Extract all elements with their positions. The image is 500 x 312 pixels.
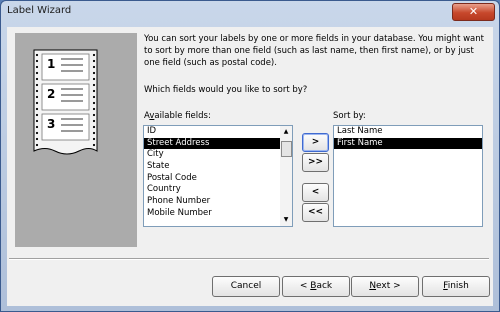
list-item-selected[interactable]: First Name <box>334 137 482 150</box>
dialog-body: 1 2 3 You can sort your labels by one or… <box>7 27 493 306</box>
window-title: Label Wizard <box>7 5 72 16</box>
label-sheet-illustration: 1 2 3 <box>33 49 98 155</box>
scroll-up-arrow-icon[interactable]: ▲ <box>280 126 292 138</box>
finish-button[interactable]: Finish <box>422 276 490 297</box>
scroll-down-arrow-icon[interactable]: ▼ <box>280 214 292 226</box>
back-button[interactable]: < Back <box>282 276 350 297</box>
label-number-3: 3 <box>47 117 55 131</box>
remove-all-fields-button[interactable]: << <box>302 203 329 222</box>
available-fields-scrollbar[interactable]: ▲ ▼ <box>280 126 292 226</box>
list-item[interactable]: Phone Number <box>144 196 292 208</box>
label-number-2: 2 <box>47 87 55 101</box>
illustration-panel: 1 2 3 <box>15 33 137 247</box>
list-item[interactable]: Country <box>144 184 292 196</box>
label-number-1: 1 <box>47 57 55 71</box>
list-item[interactable]: City <box>144 149 292 161</box>
list-item[interactable]: ID <box>144 126 292 138</box>
add-field-button[interactable]: > <box>302 133 329 152</box>
close-button[interactable]: ✕ <box>452 3 495 21</box>
cancel-button[interactable]: Cancel <box>212 276 280 297</box>
footer-divider <box>9 258 489 260</box>
next-button[interactable]: Next > <box>351 276 419 297</box>
title-bar[interactable]: Label Wizard ✕ <box>1 1 499 21</box>
available-fields-label: Available fields: <box>144 111 211 121</box>
list-item[interactable]: Last Name <box>334 126 482 138</box>
sort-question: Which fields would you like to sort by? <box>144 85 308 95</box>
list-item[interactable]: Postal Code <box>144 173 292 185</box>
list-item-selected[interactable]: Street Address <box>144 137 292 150</box>
sort-by-label: Sort by: <box>333 111 366 121</box>
list-item[interactable]: Mobile Number <box>144 208 292 220</box>
sort-by-list[interactable]: Last Name First Name <box>333 125 483 227</box>
scrollbar-thumb[interactable] <box>281 141 292 157</box>
remove-field-button[interactable]: < <box>302 183 329 202</box>
add-all-fields-button[interactable]: >> <box>302 153 329 172</box>
available-fields-list[interactable]: ID Street Address City State Postal Code… <box>143 125 293 227</box>
instructions-text: You can sort your labels by one or more … <box>144 34 484 68</box>
list-item[interactable]: State <box>144 161 292 173</box>
label-wizard-window: Label Wizard ✕ 1 2 3 You can sort your l… <box>0 0 500 312</box>
